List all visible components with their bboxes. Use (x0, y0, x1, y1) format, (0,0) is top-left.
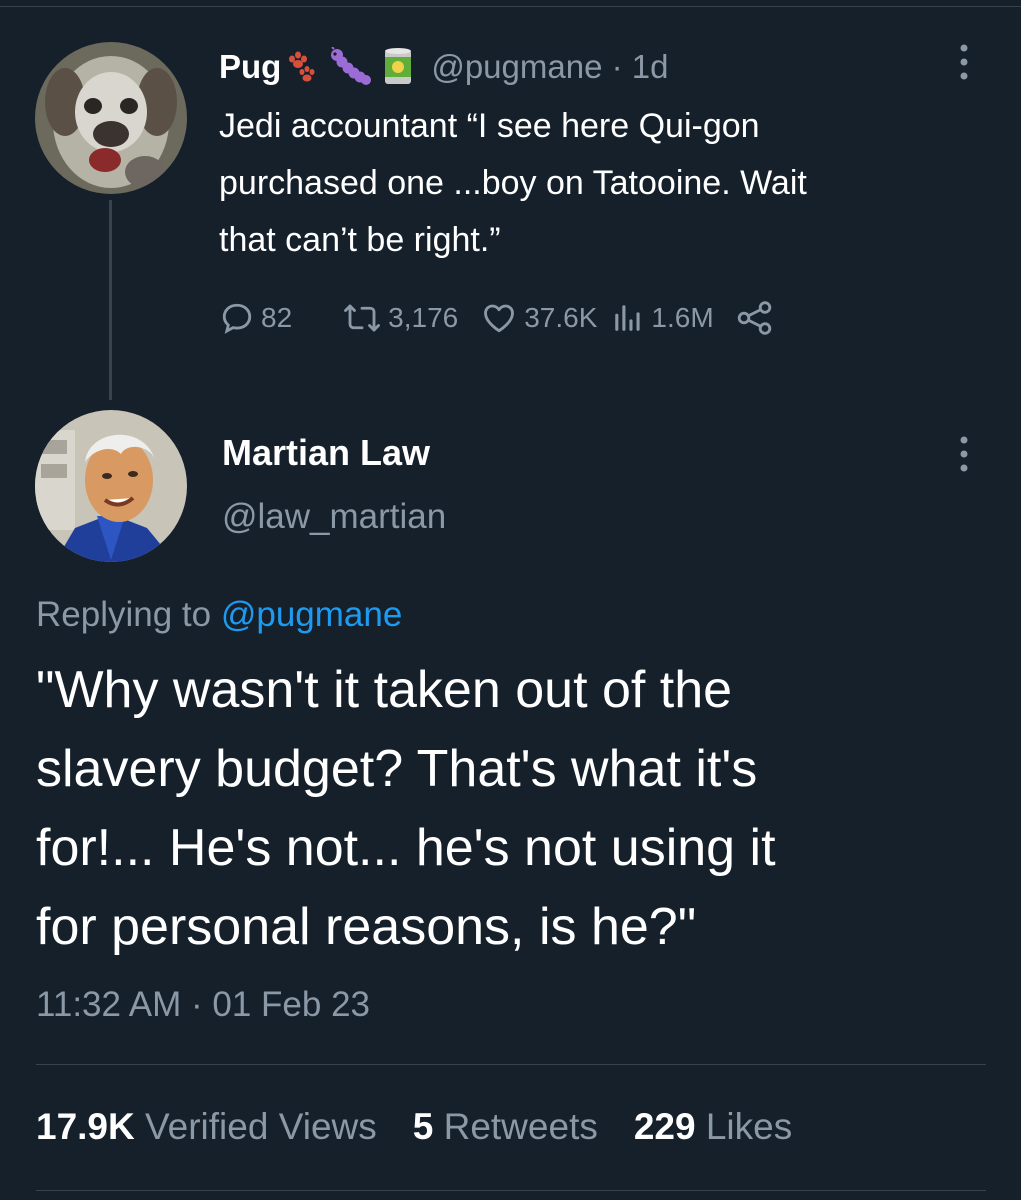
retweet-count: 3,176 (388, 302, 459, 333)
pug-avatar[interactable] (35, 42, 187, 194)
parent-handle[interactable]: @pugmane (431, 48, 602, 85)
retweet-arrows-icon (342, 300, 388, 336)
reply-tweet-text: "Why wasn't it taken out of the slavery … (36, 661, 776, 956)
parent-tweet-header: Pug @pugmane · 1d (219, 44, 668, 90)
replying-to-mention[interactable]: @pugmane (221, 595, 402, 634)
reply-author-handle[interactable]: @law_martian (222, 497, 446, 537)
retweets-stat-count: 5 (412, 1106, 434, 1147)
parent-handle-and-age[interactable]: @pugmane · 1d (431, 48, 668, 86)
parent-action-bar: 82 3,176 37.6K 1.6M (219, 296, 782, 340)
caterpillar-icon (329, 47, 373, 87)
reply-author-name[interactable]: Martian Law (222, 432, 430, 474)
thread-connector (109, 200, 112, 400)
verified-views-stat[interactable]: 17.9K Verified Views (36, 1106, 377, 1148)
reply-count: 82 (261, 302, 293, 333)
share-nodes-icon (736, 300, 782, 336)
views-count: 1.6M (651, 302, 714, 333)
replying-to-line: Replying to @pugmane (36, 595, 402, 635)
like-action[interactable]: 37.6K (480, 300, 597, 336)
reply-timestamp[interactable]: 11:32 AM · 01 Feb 23 (36, 985, 370, 1025)
paw-prints-icon (285, 50, 319, 84)
likes-stat[interactable]: 229 Likes (634, 1106, 792, 1148)
name-emojis (285, 47, 413, 87)
views-action[interactable]: 1.6M (611, 300, 714, 336)
retweet-action[interactable]: 3,176 (342, 300, 458, 336)
retweets-stat[interactable]: 5 Retweets (413, 1106, 598, 1148)
retweets-stat-label: Retweets (443, 1106, 598, 1147)
stats-top-divider (36, 1064, 986, 1065)
stats-bottom-divider (36, 1190, 986, 1191)
top-divider (0, 6, 1021, 7)
can-icon (383, 47, 413, 87)
views-stat-count: 17.9K (36, 1106, 135, 1147)
heart-icon (480, 300, 524, 336)
parent-age: · 1d (611, 48, 669, 85)
parent-author-name[interactable]: Pug (219, 48, 281, 86)
more-vertical-icon[interactable] (958, 42, 970, 82)
likes-stat-count: 229 (633, 1106, 696, 1147)
parent-tweet-text: Jedi accountant “I see here Qui-gon purc… (219, 107, 807, 259)
likes-stat-label: Likes (705, 1106, 793, 1147)
martian-law-avatar[interactable] (35, 410, 187, 562)
more-vertical-icon[interactable] (958, 434, 970, 474)
share-action[interactable] (736, 300, 782, 336)
speech-bubble-icon (219, 300, 261, 336)
like-count: 37.6K (524, 302, 598, 333)
reply-action[interactable]: 82 (219, 300, 292, 336)
views-stat-label: Verified Views (145, 1106, 377, 1147)
reply-stats-bar: 17.9K Verified Views 5 Retweets 229 Like… (36, 1106, 828, 1148)
bar-chart-icon (611, 300, 651, 336)
replying-to-label: Replying to (36, 595, 212, 634)
